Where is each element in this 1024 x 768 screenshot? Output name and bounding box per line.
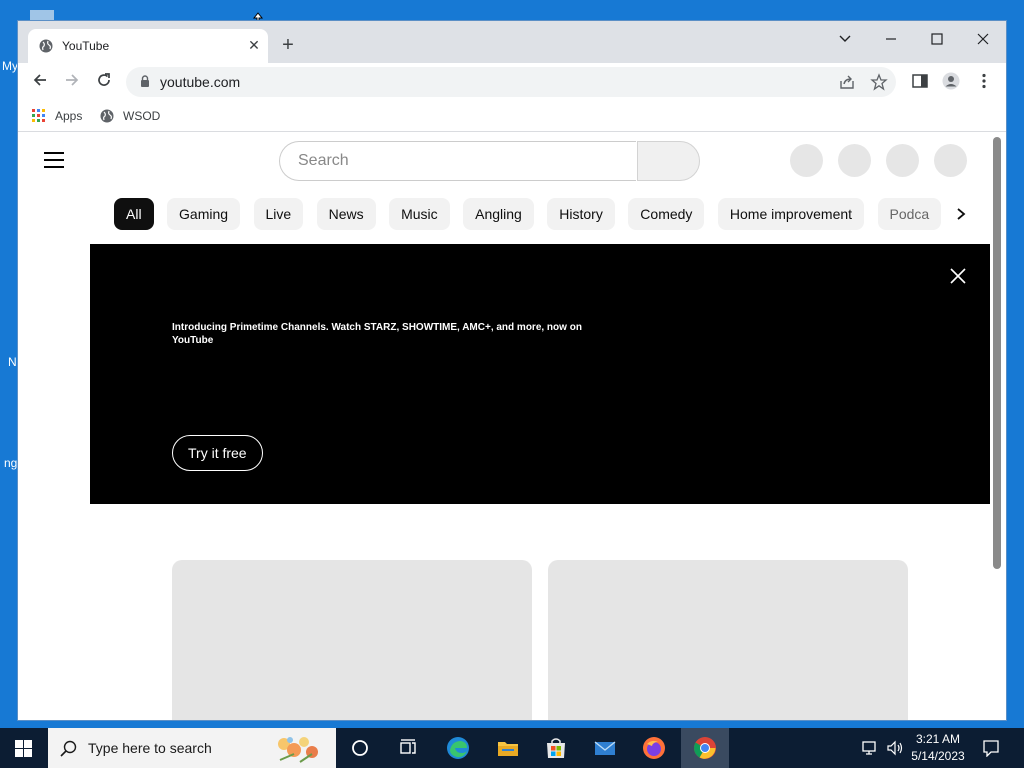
clock-time: 3:21 AM — [915, 732, 961, 746]
close-tab-icon[interactable]: ✕ — [246, 37, 262, 53]
firefox-icon[interactable] — [642, 736, 666, 760]
star-icon[interactable] — [870, 73, 888, 91]
chip-all[interactable]: All — [114, 198, 154, 230]
side-panel-icon[interactable] — [911, 72, 929, 90]
lock-icon[interactable] — [140, 75, 150, 88]
chip-podcasts[interactable]: Podca — [877, 198, 942, 230]
chip-music[interactable]: Music — [389, 198, 450, 230]
taskbar-clock[interactable]: 3:21 AM 5/14/2023 — [906, 731, 970, 765]
bookmark-label: Apps — [55, 109, 83, 123]
chip-history[interactable]: History — [547, 198, 615, 230]
address-bar[interactable]: youtube.com — [126, 67, 896, 97]
banner-text: Introducing Primetime Channels. Watch ST… — [172, 322, 582, 346]
taskbar-search-placeholder: Type here to search — [88, 740, 212, 756]
chip-bar: All Gaming Live News Music Angling Histo… — [114, 198, 954, 232]
chrome-icon[interactable] — [693, 736, 717, 760]
windows-start-icon[interactable] — [15, 740, 32, 757]
search-icon — [60, 740, 77, 757]
chip-gaming[interactable]: Gaming — [167, 198, 241, 230]
header-icon-placeholder[interactable] — [790, 144, 823, 177]
promo-banner: Introducing Primetime Channels. Watch ST… — [90, 244, 990, 504]
video-placeholder-card[interactable] — [548, 560, 908, 720]
page-scrollbar[interactable] — [993, 137, 1001, 569]
bookmarks-bar: Apps WSOD — [18, 101, 1006, 132]
back-button[interactable] — [29, 71, 51, 93]
apps-grid-icon — [32, 109, 45, 122]
profile-icon[interactable] — [942, 72, 960, 90]
desktop-icon-label: My — [2, 59, 18, 73]
globe-icon — [100, 109, 114, 123]
bookmark-wsod[interactable]: WSOD — [100, 101, 170, 131]
youtube-page: All Gaming Live News Music Angling Histo… — [18, 132, 1006, 720]
new-tab-button[interactable]: + — [278, 35, 298, 55]
notification-icon[interactable] — [982, 739, 1000, 757]
header-icon-placeholder[interactable] — [886, 144, 919, 177]
network-icon[interactable] — [862, 740, 880, 756]
url-text[interactable]: youtube.com — [160, 74, 240, 90]
chevron-right-icon[interactable] — [950, 204, 972, 226]
reload-button[interactable] — [93, 71, 115, 93]
avatar[interactable] — [934, 144, 967, 177]
search-input[interactable] — [296, 151, 620, 171]
browser-toolbar: youtube.com — [18, 63, 1006, 101]
desktop-icon-label: N — [8, 355, 17, 369]
edge-icon[interactable] — [446, 736, 470, 760]
mail-icon[interactable] — [593, 736, 617, 760]
volume-icon[interactable] — [886, 740, 904, 756]
globe-icon — [39, 39, 53, 53]
browser-window: YouTube ✕ + youtube.com Apps WSOD Search… — [18, 21, 1006, 720]
chip-comedy[interactable]: Comedy — [628, 198, 705, 230]
menu-hamburger-icon[interactable] — [44, 152, 64, 168]
search-box[interactable] — [279, 141, 636, 181]
forward-button[interactable] — [61, 71, 83, 93]
desktop-icon-label: ng — [4, 456, 18, 470]
share-icon[interactable] — [838, 73, 856, 91]
tab-search-chevron-icon[interactable] — [830, 27, 860, 55]
tab-strip: YouTube ✕ + — [18, 21, 1006, 63]
chip-news[interactable]: News — [316, 198, 376, 230]
tab-youtube[interactable]: YouTube ✕ — [28, 29, 268, 63]
maximize-button[interactable] — [922, 27, 952, 55]
chip-live[interactable]: Live — [253, 198, 304, 230]
menu-dots-icon[interactable] — [975, 72, 993, 90]
video-placeholder-card[interactable] — [172, 560, 532, 720]
microsoft-store-icon[interactable] — [544, 736, 568, 760]
close-window-button[interactable] — [968, 27, 998, 55]
search-button[interactable] — [637, 141, 700, 181]
taskbar-search-box[interactable]: Type here to search — [48, 728, 336, 768]
minimize-button[interactable] — [876, 27, 906, 55]
close-icon[interactable] — [948, 266, 968, 286]
chip-home-improvement[interactable]: Home improvement — [717, 198, 865, 230]
search-highlight-flowers-icon — [278, 737, 318, 763]
task-view-icon[interactable] — [396, 736, 420, 760]
header-icon-placeholder[interactable] — [838, 144, 871, 177]
bookmark-label: WSOD — [123, 109, 161, 123]
try-it-free-button[interactable]: Try it free — [172, 435, 263, 471]
chip-angling[interactable]: Angling — [463, 198, 534, 230]
clock-date: 5/14/2023 — [911, 749, 965, 763]
taskbar: Type here to search 3:21 AM 5/14/2023 — [0, 728, 1024, 768]
file-explorer-icon[interactable] — [496, 736, 520, 760]
bookmark-apps[interactable]: Apps — [32, 101, 92, 131]
cortana-icon[interactable] — [348, 736, 372, 760]
tab-title: YouTube — [62, 39, 110, 53]
